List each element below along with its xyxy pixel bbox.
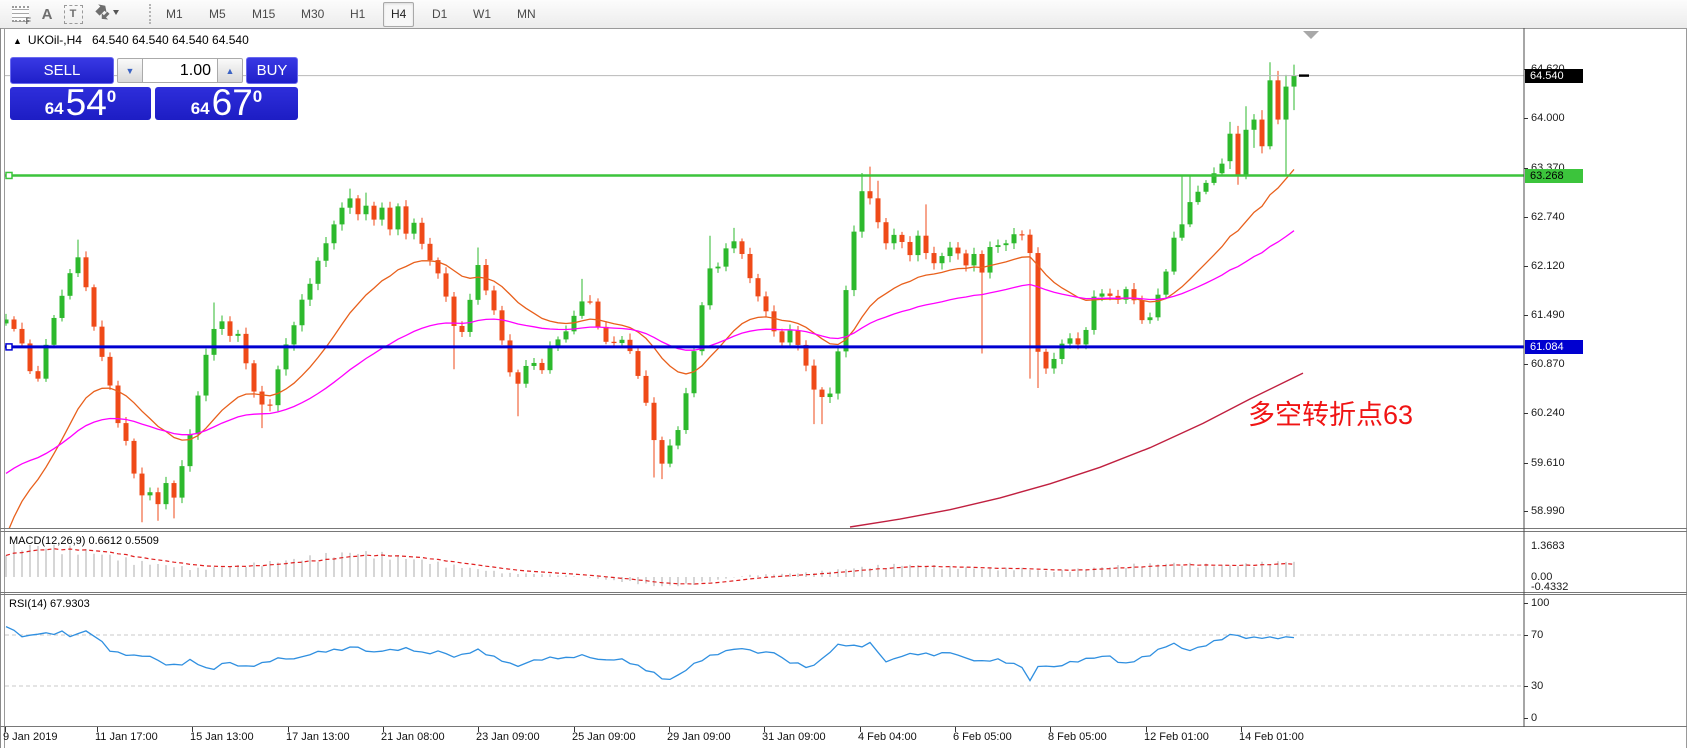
price-tick (1524, 511, 1528, 513)
time-axis-label: 21 Jan 08:00 (381, 731, 445, 743)
time-axis-label: 8 Feb 05:00 (1048, 731, 1107, 743)
macd-signal-line (5, 548, 1295, 585)
volume-increase-button[interactable]: ▲ (217, 58, 243, 83)
buy-price-big: 67 (211, 82, 253, 123)
sell-price-sup: 0 (106, 87, 117, 106)
volume-decrease-button[interactable]: ▼ (117, 58, 143, 83)
ohlc-values: 64.540 64.540 64.540 64.540 (91, 33, 249, 47)
price-tick (1524, 265, 1528, 267)
sell-price-big: 54 (65, 82, 107, 123)
time-axis-label: 4 Feb 04:00 (858, 731, 917, 743)
price-axis-label: 64.000 (1531, 112, 1565, 124)
ma-slow-magenta (5, 230, 1295, 474)
last-price-dash (1299, 74, 1309, 77)
price-tick (1524, 315, 1528, 316)
rsi-label: RSI(14) 67.9303 (9, 598, 90, 610)
macd-histogram (5, 543, 1295, 587)
volume-input[interactable] (143, 58, 217, 83)
rsi-axis-label: 30 (1531, 680, 1544, 692)
chart-annotation-text[interactable]: 多空转折点63 (1248, 402, 1413, 429)
time-axis-label: 29 Jan 09:00 (667, 731, 731, 743)
collapse-triangle-icon[interactable]: ▲ (13, 36, 22, 46)
time-axis-label: 6 Feb 05:00 (953, 731, 1012, 743)
ma-fast-orange (8, 168, 1295, 528)
macd-label: MACD(12,26,9) 0.6612 0.5509 (9, 535, 159, 547)
rsi-tick (1524, 635, 1528, 636)
price-badge-61.084: 61.084 (1525, 339, 1583, 354)
price-axis-label: 60.870 (1531, 357, 1565, 370)
price-badge-63.268: 63.268 (1525, 168, 1583, 183)
price-axis-label: 62.740 (1531, 210, 1565, 223)
chart-shift-marker-icon[interactable] (1303, 31, 1319, 39)
time-axis-label: 9 Jan 2019 (3, 731, 58, 743)
trading-terminal: F A T M1 M5 M15 M30 H1 H4 D1 W1 MN ▲ UKOil-,H4 64.… (0, 0, 1687, 748)
time-axis-label: 12 Feb 01:00 (1144, 731, 1209, 743)
chart-title: ▲ UKOil-,H4 64.540 64.540 64.540 64.540 (13, 33, 249, 47)
price-axis-label: 61.490 (1531, 309, 1565, 321)
price-axis-label: 59.610 (1531, 456, 1565, 469)
time-axis-label: 17 Jan 13:00 (286, 731, 350, 743)
hline-anchor[interactable] (5, 171, 13, 180)
price-tick (1524, 363, 1528, 365)
buy-price-sup: 0 (252, 87, 263, 106)
symbol-period-label: UKOil-,H4 (27, 33, 82, 47)
price-tick (1524, 118, 1528, 119)
price-axis-label: 62.120 (1531, 259, 1565, 272)
one-click-trade-panel: SELL ▼ ▲ BUY 64 54 0 64 67 0 (10, 57, 298, 123)
price-tick (1524, 462, 1528, 464)
rsi-axis-label: 70 (1531, 629, 1544, 641)
price-axis-label: 60.240 (1531, 407, 1565, 420)
price-axis-label: 58.990 (1531, 505, 1565, 518)
rsi-axis-label: 100 (1531, 596, 1550, 609)
time-axis-label: 31 Jan 09:00 (762, 731, 826, 743)
rsi-axis-label: 0 (1531, 712, 1538, 725)
rsi-tick (1524, 718, 1528, 720)
rsi-tick (1524, 602, 1528, 604)
price-tick (1524, 413, 1528, 415)
price-tick (1524, 216, 1528, 218)
time-axis-label: 25 Jan 09:00 (572, 731, 636, 743)
hline-anchor[interactable] (5, 343, 13, 351)
time-axis-label: 14 Feb 01:00 (1239, 731, 1304, 743)
candlestick-series (5, 62, 1297, 523)
price-badge-64.540: 64.540 (1525, 68, 1583, 83)
sell-price-display[interactable]: 64 54 0 (10, 82, 151, 123)
time-axis-label: 11 Jan 17:00 (95, 731, 158, 743)
buy-price-small: 64 (190, 99, 210, 118)
time-axis-label: 23 Jan 09:00 (476, 731, 540, 743)
macd-axis-label: -0.4332 (1531, 581, 1569, 593)
macd-axis-label: 1.3683 (1531, 539, 1565, 552)
rising-trendline[interactable] (849, 372, 1304, 528)
time-axis-label: 15 Jan 13:00 (190, 731, 254, 743)
buy-price-display[interactable]: 64 67 0 (155, 82, 298, 123)
sell-button[interactable]: SELL (10, 57, 114, 84)
rsi-tick (1524, 686, 1528, 687)
sell-price-small: 64 (44, 99, 64, 118)
